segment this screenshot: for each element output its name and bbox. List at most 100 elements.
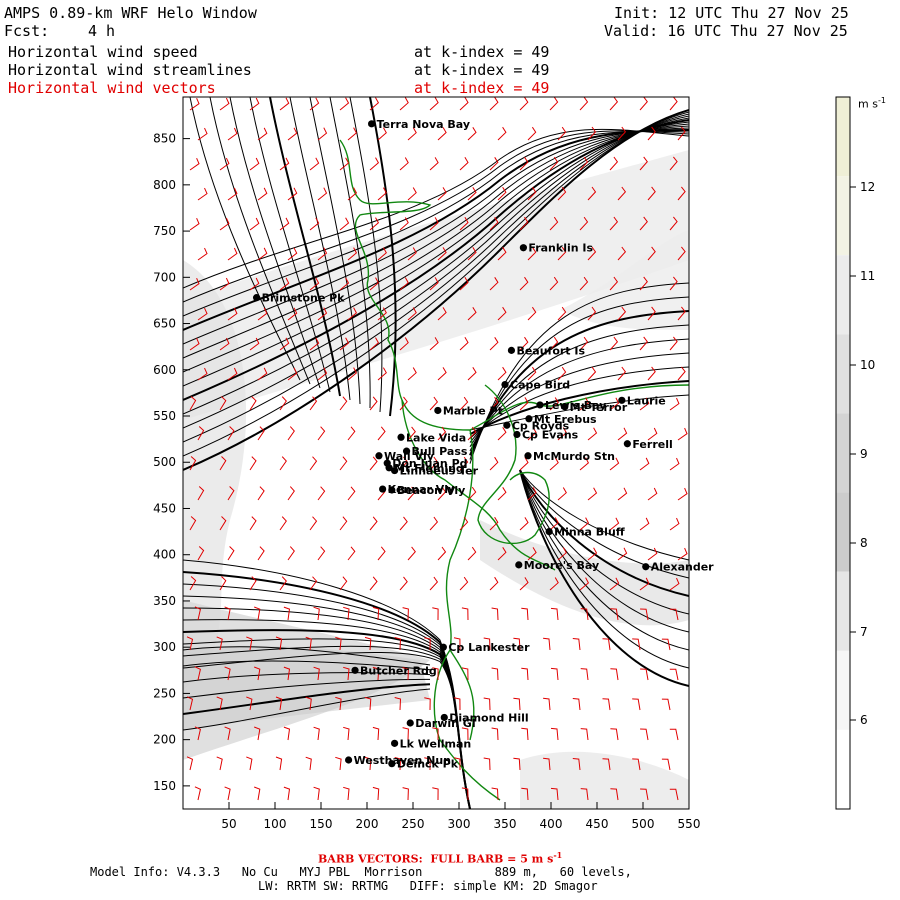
place-label: McMurdo Stn [533, 450, 615, 463]
place-label: Cp Evans [522, 429, 579, 442]
place-marker [388, 486, 396, 494]
place-marker [391, 739, 399, 747]
place-label: Cape Bird [510, 379, 570, 392]
x-tick-label: 100 [264, 817, 287, 831]
y-tick-label: 750 [153, 224, 176, 238]
x-tick-label: 150 [310, 817, 333, 831]
place-marker [391, 466, 399, 475]
place-label: Minna Bluff [554, 526, 625, 539]
x-tick-label: 300 [448, 817, 471, 831]
x-tick-label: 200 [356, 817, 379, 831]
y-tick-label: 700 [153, 270, 176, 284]
place-marker [507, 346, 516, 354]
colorbar-label: 10 [860, 358, 875, 372]
colorbar-segment [836, 334, 850, 414]
x-tick-label: 450 [586, 817, 609, 831]
colorbar-segment [836, 650, 850, 730]
place-marker [397, 433, 405, 441]
barb-legend: BARB VECTORS: FULL BARB = 5 m s-1 [318, 850, 563, 866]
place-marker [388, 760, 396, 768]
y-tick-label: 150 [153, 779, 176, 793]
x-tick-label: 350 [494, 817, 517, 831]
y-tick-label: 400 [153, 548, 176, 562]
place-marker [345, 756, 353, 764]
colorbar: 12 11 10 9 8 7 6 [835, 96, 875, 810]
place-marker [375, 452, 383, 460]
place-label: Linnaeus Ter [400, 465, 479, 478]
place-label: Beaufort Is [516, 344, 585, 357]
place-marker [434, 406, 442, 415]
place-marker [368, 120, 376, 128]
place-marker [623, 440, 631, 448]
wind-map: 8508007507006506005505004504003503002502… [153, 96, 875, 831]
place-marker [351, 666, 359, 674]
y-tick-label: 350 [153, 594, 176, 608]
y-tick-label: 600 [153, 363, 176, 377]
place-label: Ferrell [632, 438, 672, 451]
place-label: Moore's Bay [524, 559, 599, 572]
place-marker [513, 430, 521, 439]
place-label: Terra Nova Bay [377, 118, 470, 131]
place-label: Darwin Gl [415, 717, 475, 730]
y-tick-label: 250 [153, 686, 176, 700]
x-tick-label: 50 [221, 817, 236, 831]
y-tick-label: 500 [153, 455, 176, 469]
y-tick-label: 450 [153, 501, 176, 515]
place-marker [501, 380, 509, 389]
place-marker [406, 719, 414, 727]
place-marker [439, 643, 447, 651]
place-marker [536, 401, 544, 409]
place-marker [253, 294, 261, 302]
y-tick-label: 850 [153, 132, 176, 146]
place-marker [379, 485, 387, 493]
place-label: Marble Pt [443, 404, 503, 417]
place-label: Deinck Pk [397, 758, 459, 771]
place-marker [642, 563, 650, 571]
place-label: Butcher Rdg [360, 664, 437, 677]
colorbar-label: 9 [860, 447, 868, 461]
x-tick-label: 500 [632, 817, 655, 831]
colorbar-segment [836, 255, 850, 335]
place-marker [618, 396, 626, 404]
place-marker [545, 527, 553, 536]
model-info: Model Info: V4.3.3 No Cu MYJ PBL Morriso… [90, 865, 632, 879]
y-tick-label: 200 [153, 733, 176, 747]
colorbar-label: 6 [860, 713, 868, 727]
colorbar-segment [836, 492, 850, 572]
place-marker [503, 421, 511, 429]
place-label: Mt Erebus [534, 413, 597, 426]
x-tick-label: 550 [678, 817, 701, 831]
colorbar-segment [836, 97, 850, 177]
y-axis: 850 800 750 700 650 600 550 500 450 400 350 300 250 2… [153, 132, 190, 793]
place-marker [525, 415, 533, 423]
colorbar-label: 7 [860, 625, 868, 639]
place-marker [515, 561, 523, 569]
y-tick-label: 800 [153, 178, 176, 192]
y-tick-label: 300 [153, 640, 176, 654]
colorbar-segment [836, 176, 850, 256]
place-marker [402, 447, 411, 455]
colorbar-segment [836, 571, 850, 651]
place-label: Beacon Vly [397, 484, 465, 497]
place-label: Laurie [627, 394, 666, 407]
y-tick-label: 550 [153, 409, 176, 423]
place-marker [519, 244, 528, 252]
colorbar-label: 11 [860, 269, 875, 283]
x-tick-label: 250 [402, 817, 425, 831]
physics-info: LW: RRTM SW: RRTMG DIFF: simple KM: 2D S… [258, 879, 598, 893]
place-marker [524, 452, 532, 460]
place-label: Alexander [651, 561, 714, 574]
colorbar-label: 8 [860, 536, 868, 550]
colorbar-segment [836, 413, 850, 493]
place-label: Lake Vida [406, 431, 466, 444]
colorbar-label: 12 [860, 180, 875, 194]
place-label: Lk Wellman [400, 737, 472, 750]
x-tick-label: 400 [540, 817, 563, 831]
place-label: Brimstone Pk [262, 292, 346, 305]
colorbar-unit: m s-1 [858, 96, 886, 111]
place-label: Cp Lankester [448, 641, 530, 654]
colorbar-segment [836, 729, 850, 809]
place-marker [561, 403, 569, 411]
y-tick-label: 650 [153, 317, 176, 331]
place-label: Franklin Is [528, 242, 593, 255]
